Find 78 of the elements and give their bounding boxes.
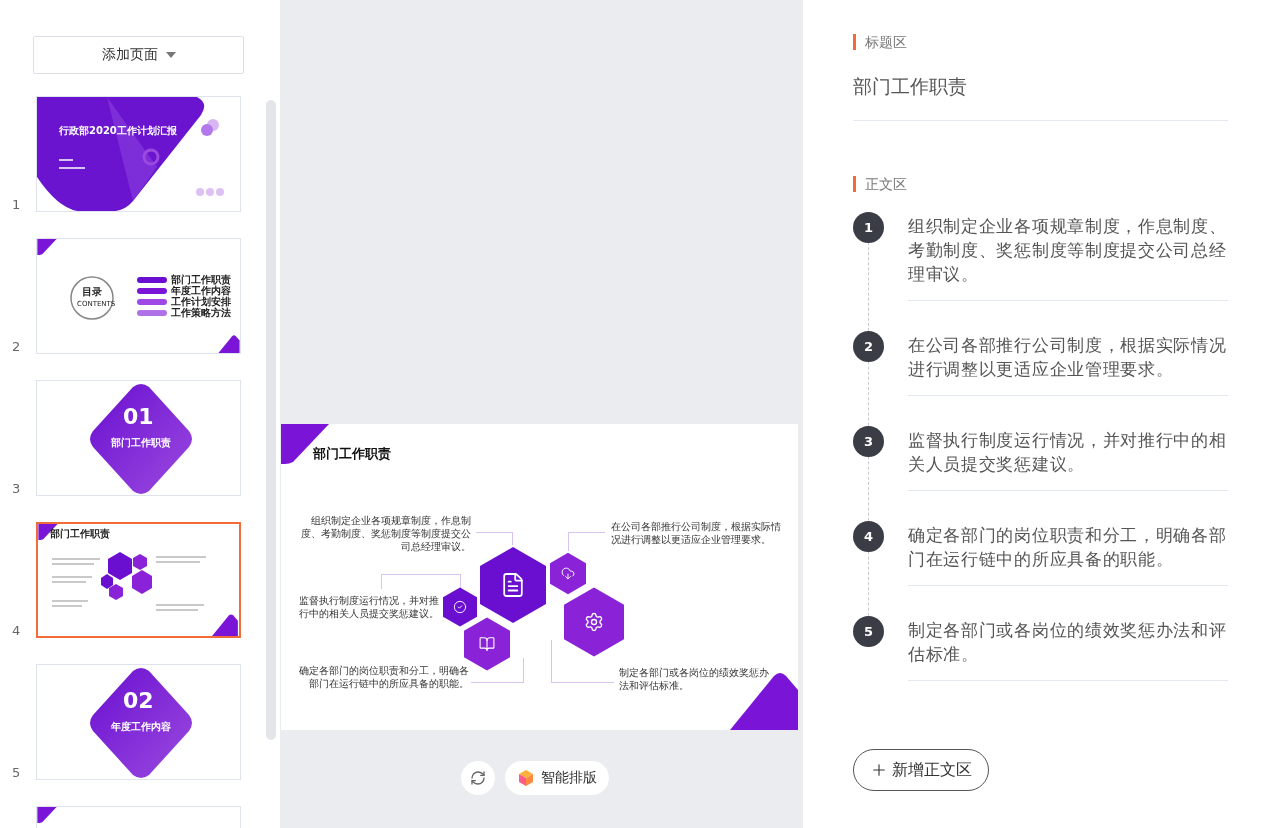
gears-hexagon-icon <box>564 586 624 658</box>
text-placeholder-line <box>59 167 85 169</box>
slide-thumbnail[interactable]: 01 部门工作职责 <box>36 380 241 496</box>
text-placeholder-line <box>52 558 100 560</box>
connector-line <box>568 532 605 551</box>
section-label: 正文区 <box>853 176 1228 192</box>
connector-line <box>476 532 513 545</box>
text-placeholder-line <box>52 563 94 565</box>
section-number: 02 <box>123 689 154 713</box>
step-number: 2 <box>853 331 884 362</box>
point-text: 在公司各部推行公司制度，根据实际情况进行调整以更适应企业管理要求。 <box>611 520 782 546</box>
add-body-section-button[interactable]: 新增正文区 <box>853 749 989 791</box>
slide-number: 1 <box>12 197 22 212</box>
circle-shape <box>69 275 115 321</box>
text-placeholder-line <box>52 576 92 578</box>
corner-shape <box>37 239 57 255</box>
cover-title: 行政部2020工作计划汇报 <box>59 125 177 137</box>
text-placeholder-line <box>156 604 204 606</box>
plus-icon <box>870 761 888 779</box>
text-placeholder-line <box>59 159 73 161</box>
slide-thumbnail[interactable]: 02 年度工作内容 <box>36 664 241 780</box>
smart-layout-button[interactable]: 智能排版 <box>505 761 609 795</box>
slide-title: 部门工作职责 <box>50 528 110 540</box>
step-number: 3 <box>853 426 884 457</box>
contents-item: 年度工作内容 <box>171 285 231 296</box>
point-text: 制定各部门或各岗位的绩效奖惩办法和评估标准。 <box>619 666 769 692</box>
cloud-hexagon-icon <box>550 552 586 595</box>
slide-number: 2 <box>12 339 22 354</box>
section-label: 标题区 <box>853 34 1228 50</box>
body-text-field[interactable]: 组织制定企业各项规章制度，作息制度、考勤制度、奖惩制度等制度提交公司总经理审议。 <box>908 202 1228 301</box>
slide-number: 3 <box>12 481 22 496</box>
contents-item: 工作策略方法 <box>171 307 231 318</box>
body-text-field[interactable]: 确定各部门的岗位职责和分工，明确各部门在运行链中的所应具备的职能。 <box>908 511 1228 586</box>
contents-number-pill <box>137 288 167 294</box>
step-number: 4 <box>853 521 884 552</box>
slide-number: 4 <box>12 623 22 638</box>
text-placeholder-line <box>52 600 88 602</box>
slide-number: 5 <box>12 765 22 780</box>
dots-icon <box>195 187 225 197</box>
corner-shape <box>218 335 240 353</box>
text-placeholder-line <box>52 581 86 583</box>
corner-shape <box>37 807 57 823</box>
text-placeholder-line <box>156 556 206 558</box>
step-number: 1 <box>853 212 884 243</box>
slide-thumbnail[interactable]: 部门工作职责 <box>36 522 241 638</box>
add-page-button[interactable]: 添加页面 <box>33 36 244 74</box>
body-text-field[interactable]: 监督执行制度运行情况，并对推行中的相关人员提交奖惩建议。 <box>908 416 1228 491</box>
refresh-icon <box>470 770 486 786</box>
text-placeholder-line <box>52 605 82 607</box>
check-hexagon-icon <box>443 587 477 627</box>
cube-icon <box>517 769 535 787</box>
section-number: 01 <box>123 405 154 429</box>
corner-shape <box>211 614 239 636</box>
contents-item: 工作计划安排 <box>171 296 231 307</box>
section-title: 部门工作职责 <box>111 437 171 449</box>
contents-number-pill <box>137 299 167 305</box>
point-text: 监督执行制度运行情况，并对推行中的相关人员提交奖惩建议。 <box>299 594 439 620</box>
caret-icon <box>165 52 176 58</box>
scrollbar[interactable] <box>266 100 276 740</box>
ring-icon <box>141 147 161 167</box>
point-text: 确定各部门的岗位职责和分工，明确各部门在运行链中的所应具备的职能。 <box>298 664 469 690</box>
point-text: 组织制定企业各项规章制度，作息制度、考勤制度、奖惩制度等制度提交公司总经理审议。 <box>300 514 471 553</box>
text-placeholder-line <box>156 561 200 563</box>
document-hexagon-icon <box>480 545 546 625</box>
slide-thumbnail[interactable]: 行政部2020工作计划汇报 <box>36 96 241 212</box>
refresh-button[interactable] <box>461 761 495 795</box>
slide-title: 部门工作职责 <box>313 446 391 462</box>
body-text-field[interactable]: 在公司各部推行公司制度，根据实际情况进行调整以更适应企业管理要求。 <box>908 321 1228 396</box>
step-number: 5 <box>853 616 884 647</box>
text-placeholder-line <box>156 609 198 611</box>
contents-number-pill <box>137 310 167 316</box>
contents-item: 部门工作职责 <box>171 274 231 285</box>
title-field[interactable]: 部门工作职责 <box>853 74 1228 121</box>
body-text-field[interactable]: 制定各部门或各岗位的绩效奖惩办法和评估标准。 <box>908 606 1228 681</box>
section-title: 年度工作内容 <box>111 721 171 733</box>
contents-number-pill <box>137 277 167 283</box>
contents-title: 目录 <box>82 286 102 298</box>
dots-icon <box>199 119 221 137</box>
